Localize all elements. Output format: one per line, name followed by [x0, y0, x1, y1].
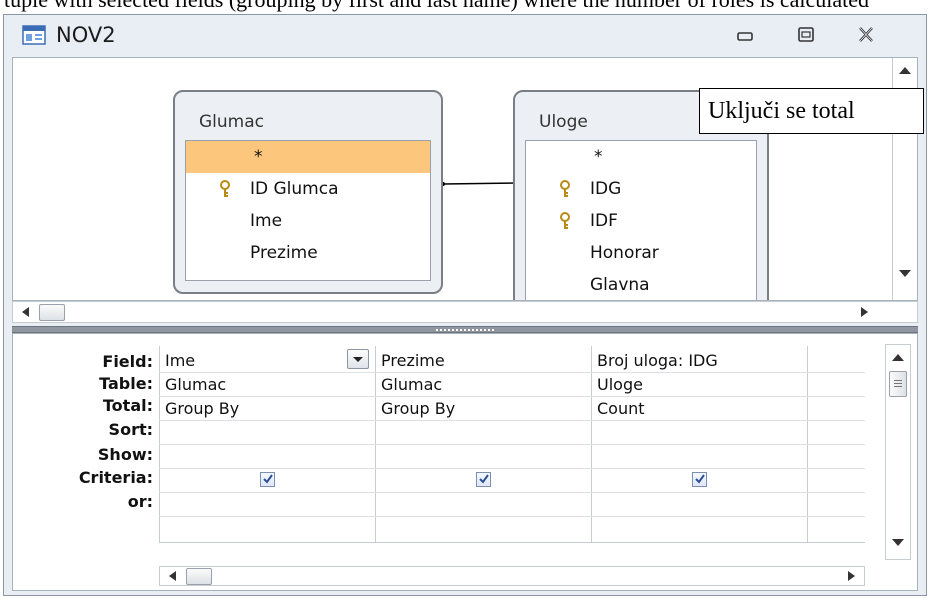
cell-field-1[interactable]: Ime	[165, 351, 195, 370]
scroll-up-arrow-icon[interactable]	[893, 60, 917, 82]
title-bar: NOV2	[4, 15, 926, 57]
cell-table-3[interactable]: Uloge	[597, 375, 643, 394]
field-row-ime[interactable]: Ime	[186, 205, 430, 237]
dropdown-arrow-icon	[353, 357, 363, 362]
app-icon	[22, 25, 46, 45]
cell-field-3[interactable]: Broj uloga: IDG	[597, 351, 718, 370]
table-title-uloge: Uloge	[539, 112, 588, 132]
grid-row-divider	[159, 542, 865, 543]
scroll-up-arrow-icon[interactable]	[886, 347, 910, 369]
field-label: *	[254, 147, 263, 167]
grid-row-divider	[159, 420, 865, 421]
scroll-right-arrow-icon[interactable]	[853, 303, 875, 321]
field-label: IDF	[590, 211, 618, 231]
field-row-prezime[interactable]: Prezime	[186, 237, 430, 269]
show-checkbox-1[interactable]	[260, 472, 275, 487]
row-label-total: Total:	[102, 396, 153, 415]
scroll-thumb[interactable]	[186, 568, 212, 585]
minimize-icon[interactable]	[731, 23, 759, 47]
table-box-glumac[interactable]: Glumac * ID Glumca Ime Prezime	[173, 90, 443, 294]
row-label-sort: Sort:	[108, 420, 153, 439]
field-list-uloge: * IDG IDF Honorar Glavna	[525, 140, 757, 300]
table-pane-horizontal-scrollbar[interactable]	[12, 301, 918, 323]
field-row-glavna[interactable]: Glavna	[526, 269, 756, 300]
thumb-grip	[894, 380, 902, 381]
cell-total-1[interactable]: Group By	[165, 399, 239, 418]
scroll-right-arrow-icon[interactable]	[840, 567, 862, 585]
show-checkbox-2[interactable]	[476, 472, 491, 487]
grid-row-divider	[159, 468, 865, 469]
design-grid-pane: Field: Table: Total: Sort: Show: Criteri…	[12, 333, 918, 591]
field-row-id-glumca[interactable]: ID Glumca	[186, 173, 430, 205]
grid-row-divider	[159, 516, 865, 517]
cell-field-2[interactable]: Prezime	[381, 351, 445, 370]
field-row-idf[interactable]: IDF	[526, 205, 756, 237]
field-label: Honorar	[590, 243, 659, 263]
splitter-grip[interactable]	[436, 329, 494, 331]
field-row-idg[interactable]: IDG	[526, 173, 756, 205]
field-label: ID Glumca	[250, 179, 339, 199]
row-label-criteria: Criteria:	[78, 468, 153, 487]
design-grid: Ime Glumac Group By Prezime Glumac Group…	[159, 346, 866, 566]
window-title: NOV2	[56, 23, 116, 47]
field-label: *	[594, 147, 603, 167]
row-label-table: Table:	[99, 374, 153, 393]
scroll-left-arrow-icon[interactable]	[162, 567, 184, 585]
row-label-show: Show:	[97, 445, 153, 464]
field-dropdown-button[interactable]	[347, 349, 369, 369]
grid-row-divider	[159, 492, 865, 493]
pane-splitter[interactable]	[12, 326, 918, 333]
scroll-thumb[interactable]	[889, 371, 907, 397]
grid-row-divider	[159, 396, 865, 397]
grid-vertical-scrollbar[interactable]	[885, 344, 911, 560]
field-label: Glavna	[590, 275, 650, 295]
annotation-callout: Uključi se total	[699, 88, 924, 134]
cell-total-3[interactable]: Count	[597, 399, 645, 418]
cell-table-1[interactable]: Glumac	[165, 375, 226, 394]
row-label-or: or:	[127, 492, 153, 511]
cropped-caption-text: tuple with selected fields (grouping by …	[0, 0, 929, 14]
maximize-icon[interactable]	[792, 23, 820, 47]
checkbox-check-icon	[263, 474, 273, 484]
cell-table-2[interactable]: Glumac	[381, 375, 442, 394]
table-title-glumac: Glumac	[199, 112, 264, 132]
cell-total-2[interactable]: Group By	[381, 399, 455, 418]
field-row-honorar[interactable]: Honorar	[526, 237, 756, 269]
field-row-star-glumac[interactable]: *	[186, 141, 430, 173]
show-checkbox-3[interactable]	[692, 472, 707, 487]
field-label: IDG	[590, 179, 622, 199]
grid-row-divider	[159, 372, 865, 373]
checkbox-check-icon	[695, 474, 705, 484]
key-icon	[220, 180, 230, 197]
scroll-down-arrow-icon[interactable]	[886, 531, 910, 553]
field-label: Ime	[250, 211, 283, 231]
field-label: Prezime	[250, 243, 318, 263]
field-list-glumac: * ID Glumca Ime Prezime	[185, 140, 431, 281]
close-icon[interactable]	[852, 23, 880, 47]
field-row-star-uloge[interactable]: *	[526, 141, 756, 173]
grid-horizontal-scrollbar[interactable]	[159, 566, 865, 586]
checkbox-check-icon	[479, 474, 489, 484]
scroll-down-arrow-icon[interactable]	[893, 262, 917, 284]
scroll-thumb[interactable]	[39, 304, 65, 321]
key-icon	[560, 180, 570, 197]
grid-row-divider	[159, 444, 865, 445]
key-icon	[560, 212, 570, 229]
scroll-left-arrow-icon[interactable]	[15, 303, 37, 321]
row-label-field: Field:	[102, 352, 153, 371]
